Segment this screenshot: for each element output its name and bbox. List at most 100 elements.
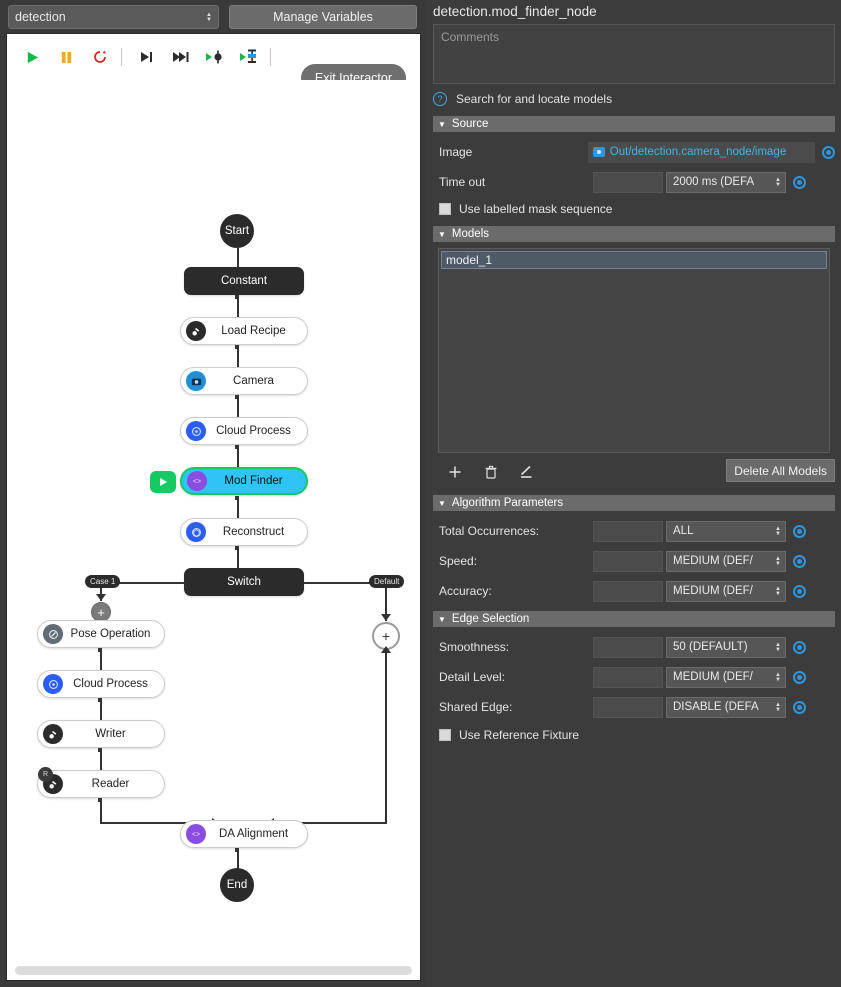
- edge-dot: [235, 496, 239, 500]
- node-label: Constant: [220, 275, 268, 287]
- detail-level-value: MEDIUM (DEF/: [673, 671, 753, 683]
- graph-editor-pane: detection Manage Variables: [0, 0, 427, 987]
- cube-icon: [186, 522, 206, 542]
- help-text: Search for and locate models: [456, 92, 613, 106]
- edge-dot: [235, 546, 239, 550]
- reset-icon[interactable]: [85, 42, 115, 72]
- total-occurrences-text-input[interactable]: [593, 520, 663, 542]
- branch-label-default[interactable]: Default: [369, 575, 405, 588]
- section-header-edge-selection[interactable]: ▼ Edge Selection: [433, 611, 835, 627]
- total-occurrences-reset-radio[interactable]: [793, 524, 806, 538]
- flow-node-cloud-process-1[interactable]: Cloud Process: [180, 417, 308, 445]
- edit-model-button[interactable]: [513, 460, 541, 484]
- image-source-link[interactable]: Out/detection.camera_node/image: [587, 141, 815, 163]
- pause-icon[interactable]: [51, 42, 81, 72]
- detail-level-text-input[interactable]: [593, 666, 663, 688]
- list-item[interactable]: model_1: [441, 251, 827, 269]
- flow-node-camera[interactable]: Camera: [180, 367, 308, 395]
- play-node-icon[interactable]: [150, 471, 176, 493]
- horizontal-scrollbar[interactable]: [15, 966, 412, 975]
- flow-node-reader[interactable]: R Reader: [37, 767, 165, 798]
- row-labelled-mask[interactable]: Use labelled mask sequence: [433, 199, 835, 219]
- speed-text-input[interactable]: [593, 550, 663, 572]
- accuracy-dropdown[interactable]: MEDIUM (DEF/: [666, 580, 786, 602]
- comments-field[interactable]: Comments: [433, 24, 835, 84]
- flow-node-pose-operation[interactable]: Pose Operation: [37, 620, 165, 648]
- graph-select-dropdown[interactable]: detection: [8, 4, 219, 29]
- run-to-node-icon[interactable]: [200, 42, 230, 72]
- detail-level-dropdown[interactable]: MEDIUM (DEF/: [666, 666, 786, 688]
- node-label: DA Alignment: [218, 828, 289, 840]
- chevron-down-icon: ▼: [438, 498, 446, 508]
- labelled-mask-checkbox[interactable]: [439, 203, 451, 215]
- timeout-dropdown[interactable]: 2000 ms (DEFA: [666, 171, 786, 193]
- smoothness-text-input[interactable]: [593, 636, 663, 658]
- row-speed: Speed: MEDIUM (DEF/: [433, 549, 835, 573]
- accuracy-text-input[interactable]: [593, 580, 663, 602]
- flow-node-load-recipe[interactable]: Load Recipe: [180, 317, 308, 345]
- code-icon: <>: [186, 824, 206, 844]
- timeout-reset-radio[interactable]: [793, 175, 806, 189]
- image-source-value: Out/detection.camera_node/image: [609, 146, 787, 158]
- flow-node-end[interactable]: End: [220, 868, 254, 902]
- flow-node-da-alignment[interactable]: <> DA Alignment: [180, 820, 308, 848]
- flow-node-reconstruct[interactable]: Reconstruct: [180, 518, 308, 546]
- row-shared-edge: Shared Edge: DISABLE (DEFA: [433, 695, 835, 719]
- flow-node-constant[interactable]: Constant: [184, 267, 304, 295]
- edge-dot: [98, 648, 102, 652]
- chevron-down-icon: ▼: [438, 119, 446, 129]
- shared-edge-text-input[interactable]: [593, 696, 663, 718]
- flow-node-cloud-process-2[interactable]: Cloud Process: [37, 670, 165, 698]
- row-image: Image Out/detection.camera_node/image: [433, 140, 835, 164]
- section-header-models[interactable]: ▼ Models: [433, 226, 835, 242]
- speed-dropdown[interactable]: MEDIUM (DEF/: [666, 550, 786, 572]
- graph-select-value: detection: [15, 9, 66, 24]
- manage-variables-button[interactable]: Manage Variables: [229, 4, 417, 29]
- shared-edge-reset-radio[interactable]: [793, 700, 806, 714]
- add-model-button[interactable]: [441, 460, 469, 484]
- total-occurrences-dropdown[interactable]: ALL: [666, 520, 786, 542]
- smoothness-dropdown[interactable]: 50 (DEFAULT): [666, 636, 786, 658]
- timeout-text-input[interactable]: [593, 171, 663, 193]
- total-occurrences-label: Total Occurrences:: [439, 524, 540, 538]
- run-icon[interactable]: [17, 42, 47, 72]
- camera-icon: [186, 371, 206, 391]
- edge-reader-merge-v: [100, 798, 102, 823]
- pose-icon: [43, 624, 63, 644]
- step-into-icon[interactable]: [132, 42, 162, 72]
- delete-all-models-button[interactable]: Delete All Models: [726, 459, 835, 482]
- flow-node-switch[interactable]: Switch: [184, 568, 304, 596]
- row-total-occurrences: Total Occurrences: ALL: [433, 519, 835, 543]
- flow-node-start[interactable]: Start: [220, 214, 254, 248]
- row-reference-fixture[interactable]: Use Reference Fixture: [433, 725, 835, 745]
- edge-dot: [98, 748, 102, 752]
- node-label: Mod Finder: [224, 475, 283, 487]
- shared-edge-dropdown[interactable]: DISABLE (DEFA: [666, 696, 786, 718]
- section-header-algorithm[interactable]: ▼ Algorithm Parameters: [433, 495, 835, 511]
- smoothness-reset-radio[interactable]: [793, 640, 806, 654]
- detail-level-reset-radio[interactable]: [793, 670, 806, 684]
- chevron-updown-icon: [775, 702, 781, 712]
- flow-node-writer[interactable]: Writer: [37, 720, 165, 748]
- flow-graph[interactable]: Start Constant Load Recipe Camera Cloud …: [7, 80, 420, 980]
- accuracy-reset-radio[interactable]: [793, 584, 806, 598]
- edge-default-merge-v: [385, 650, 387, 822]
- toolbar-separator: [121, 48, 122, 66]
- edge-dot: [235, 445, 239, 449]
- run-from-node-icon[interactable]: [234, 42, 264, 72]
- flow-node-mod-finder[interactable]: <> Mod Finder: [180, 467, 308, 495]
- row-timeout: Time out 2000 ms (DEFA: [433, 170, 835, 194]
- delete-model-button[interactable]: [477, 460, 505, 484]
- add-node-button-case1[interactable]: +: [91, 602, 111, 622]
- section-header-source[interactable]: ▼ Source: [433, 116, 835, 132]
- models-list[interactable]: model_1: [438, 248, 830, 453]
- reference-fixture-checkbox[interactable]: [439, 729, 451, 741]
- node-label: Switch: [227, 576, 261, 588]
- speed-value: MEDIUM (DEF/: [673, 555, 753, 567]
- section-title: Edge Selection: [451, 613, 530, 625]
- branch-label-case1[interactable]: Case 1: [85, 575, 121, 588]
- help-icon[interactable]: ?: [433, 92, 447, 106]
- image-reset-radio[interactable]: [822, 145, 835, 159]
- speed-reset-radio[interactable]: [793, 554, 806, 568]
- step-over-icon[interactable]: [166, 42, 196, 72]
